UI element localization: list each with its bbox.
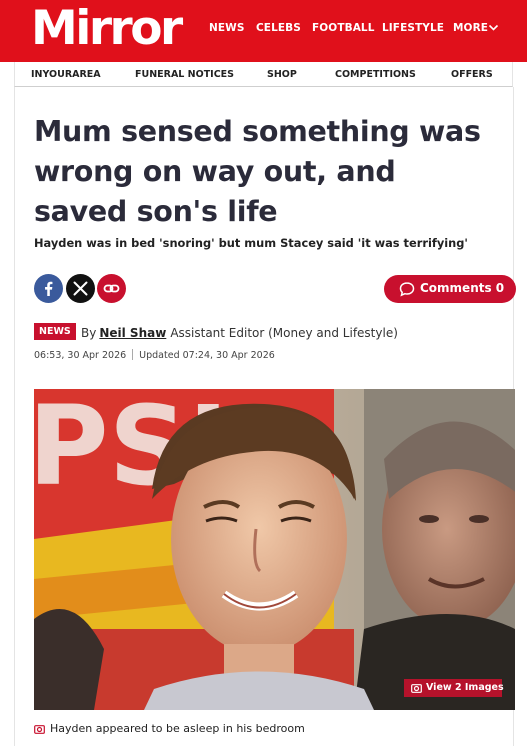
view-images-label: View 2 Images bbox=[426, 682, 504, 693]
category-badge[interactable]: NEWS bbox=[34, 323, 76, 340]
byline: By Neil Shaw Assistant Editor (Money and L… bbox=[81, 326, 398, 340]
secondary-nav: INYOURAREA FUNERAL NOTICES SHOP COMPETIT… bbox=[14, 62, 513, 87]
subnav-funeral-notices[interactable]: FUNERAL NOTICES bbox=[135, 69, 234, 80]
nav-item-celebs[interactable]: CELEBS bbox=[256, 22, 301, 34]
facebook-share-button[interactable] bbox=[34, 274, 63, 303]
byline-prefix: By bbox=[81, 326, 97, 340]
article-dates: 06:53, 30 Apr 2026 Updated 07:24, 30 Apr … bbox=[34, 349, 275, 361]
content-border-left bbox=[14, 87, 15, 746]
article-headline: Mum sensed something was wrong on way ou… bbox=[34, 115, 481, 228]
camera-icon bbox=[411, 684, 422, 693]
copy-link-button[interactable] bbox=[97, 274, 126, 303]
comments-label: Comments 0 bbox=[420, 281, 505, 295]
author-role: Assistant Editor (Money and Lifestyle) bbox=[170, 326, 398, 340]
comments-button[interactable]: Comments 0 bbox=[384, 275, 516, 303]
x-share-button[interactable] bbox=[66, 274, 95, 303]
nav-item-football[interactable]: FOOTBALL bbox=[312, 22, 375, 34]
nav-item-news[interactable]: NEWS bbox=[209, 22, 245, 34]
nav-item-lifestyle[interactable]: LIFESTYLE bbox=[382, 22, 444, 34]
subnav-competitions[interactable]: COMPETITIONS bbox=[335, 69, 416, 80]
photo-boy-and-man: PSI bbox=[34, 389, 515, 710]
speech-bubble-icon bbox=[399, 282, 415, 297]
camera-icon bbox=[34, 725, 45, 734]
published-date: 06:53, 30 Apr 2026 bbox=[34, 350, 127, 361]
caption-text: Hayden appeared to be asleep in his bedr… bbox=[50, 722, 305, 735]
nav-item-more[interactable]: MORE bbox=[453, 22, 488, 34]
subnav-shop[interactable]: SHOP bbox=[267, 69, 297, 80]
date-divider bbox=[132, 349, 134, 360]
updated-date: Updated 07:24, 30 Apr 2026 bbox=[139, 350, 275, 361]
site-header: Mirror NEWS CELEBS FOOTBALL LIFESTYLE MO… bbox=[0, 0, 527, 62]
article-standfirst: Hayden was in bed 'snoring' but mum Stac… bbox=[34, 236, 468, 250]
article-lead-image[interactable]: PSI bbox=[34, 389, 515, 710]
chevron-down-icon[interactable] bbox=[488, 22, 499, 33]
x-icon bbox=[66, 274, 95, 303]
facebook-icon bbox=[34, 274, 63, 303]
mirror-logo[interactable]: Mirror bbox=[31, 3, 183, 55]
subnav-inyourarea[interactable]: INYOURAREA bbox=[31, 69, 101, 80]
image-caption: Hayden appeared to be asleep in his bedr… bbox=[34, 722, 305, 735]
author-link[interactable]: Neil Shaw bbox=[99, 326, 166, 340]
subnav-offers[interactable]: OFFERS bbox=[451, 69, 493, 80]
link-icon bbox=[97, 274, 126, 303]
view-images-button[interactable]: View 2 Images bbox=[404, 679, 504, 697]
